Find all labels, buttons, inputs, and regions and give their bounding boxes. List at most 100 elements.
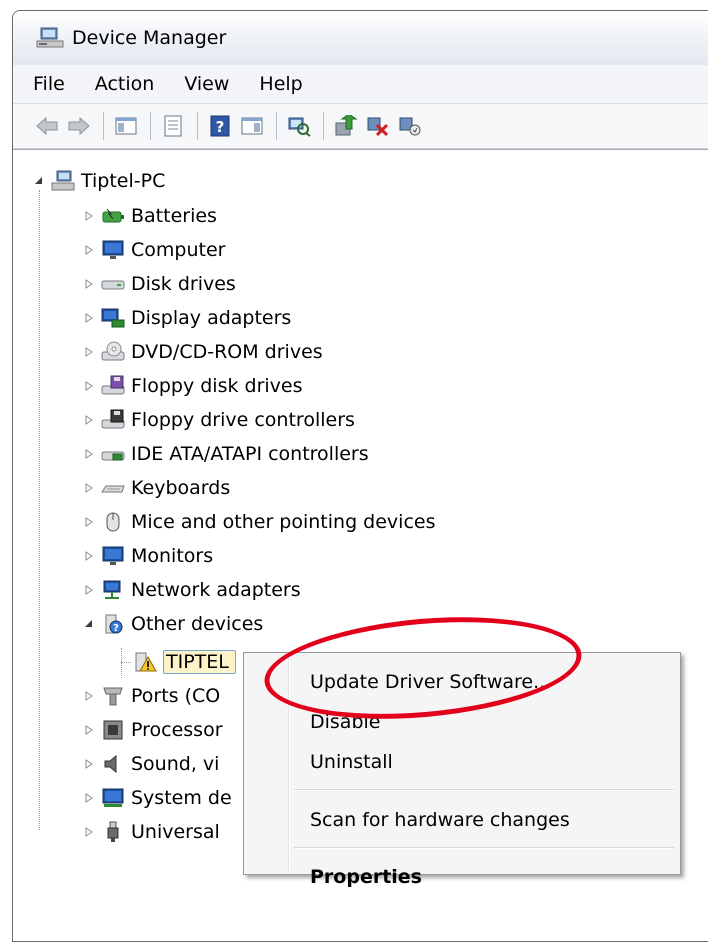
tree-item-usb-controllers[interactable]: Universal (83, 817, 220, 847)
tree-item-label: Mice and other pointing devices (131, 511, 436, 533)
menu-help[interactable]: Help (259, 73, 302, 95)
tree-item-keyboards[interactable]: Keyboards (83, 473, 230, 503)
disable-icon[interactable] (398, 114, 422, 138)
expand-triangle-icon[interactable] (83, 346, 95, 358)
system-device-icon (101, 786, 125, 810)
expand-triangle-icon[interactable] (83, 244, 95, 256)
tree-item-label: Floppy drive controllers (131, 409, 355, 431)
tree-item-ide-ata-atapi-controllers[interactable]: IDE ATA/ATAPI controllers (83, 439, 369, 469)
dvd-drive-icon (101, 340, 125, 364)
back-arrow-icon[interactable] (35, 114, 59, 138)
menu-bar: File Action View Help (13, 65, 708, 103)
tree-item-label: Processor (131, 719, 223, 741)
toolbar: ? (13, 103, 708, 149)
collapse-triangle-icon[interactable] (33, 175, 45, 187)
expand-triangle-icon[interactable] (83, 550, 95, 562)
menu-uninstall[interactable]: Uninstall (310, 747, 393, 777)
scan-hardware-icon[interactable] (287, 114, 311, 138)
update-driver-icon[interactable] (334, 114, 358, 138)
expand-triangle-icon[interactable] (83, 278, 95, 290)
display-adapter-icon (101, 306, 125, 330)
usb-plug-icon (101, 820, 125, 844)
tree-root-node[interactable]: Tiptel-PC (33, 166, 165, 196)
expand-triangle-icon[interactable] (83, 584, 95, 596)
tree-item-label: Monitors (131, 545, 214, 567)
expand-triangle-icon[interactable] (83, 690, 95, 702)
collapse-triangle-icon[interactable] (83, 618, 95, 630)
tree-item-label: DVD/CD-ROM drives (131, 341, 323, 363)
tree-item-other-devices[interactable]: ? Other devices (83, 609, 263, 639)
menu-separator (294, 789, 674, 791)
menu-action[interactable]: Action (95, 73, 155, 95)
disk-drive-icon (101, 272, 125, 296)
floppy-drive-icon (101, 374, 125, 398)
menu-file[interactable]: File (33, 73, 65, 95)
properties-sheet-icon[interactable] (161, 114, 185, 138)
tree-item-label: Disk drives (131, 273, 236, 295)
svg-text:?: ? (113, 623, 119, 634)
uninstall-icon[interactable] (366, 114, 390, 138)
menu-separator (294, 847, 674, 849)
battery-icon (101, 204, 125, 228)
expand-triangle-icon[interactable] (83, 516, 95, 528)
tree-item-label: Floppy disk drives (131, 375, 303, 397)
menu-properties[interactable]: Properties (310, 862, 422, 892)
ide-controller-icon (101, 442, 125, 466)
expand-triangle-icon[interactable] (83, 380, 95, 392)
monitor-icon (101, 544, 125, 568)
menu-view[interactable]: View (184, 73, 229, 95)
action-pane-icon[interactable] (240, 114, 264, 138)
tree-item-ports[interactable]: Ports (CO (83, 681, 220, 711)
tree-item-floppy-disk-drives[interactable]: Floppy disk drives (83, 371, 303, 401)
tree-item-network-adapters[interactable]: Network adapters (83, 575, 301, 605)
expand-triangle-icon[interactable] (83, 758, 95, 770)
tree-item-display-adapters[interactable]: Display adapters (83, 303, 291, 333)
window-title: Device Manager (72, 27, 227, 49)
toolbar-separator (323, 112, 324, 140)
tree-item-tiptel-device[interactable]: TIPTEL (121, 647, 236, 677)
tree-item-label-selected: TIPTEL (163, 650, 236, 674)
tree-item-processors[interactable]: Processor (83, 715, 223, 745)
monitor-icon (101, 238, 125, 262)
tree-item-dvd-cdrom-drives[interactable]: DVD/CD-ROM drives (83, 337, 323, 367)
toolbar-separator (197, 112, 198, 140)
tree-item-monitors[interactable]: Monitors (83, 541, 213, 571)
tree-item-sound[interactable]: Sound, vi (83, 749, 219, 779)
title-bar: Device Manager (13, 11, 708, 65)
toolbar-separator (103, 112, 104, 140)
tree-item-batteries[interactable]: Batteries (83, 201, 217, 231)
tree-item-label: System de (131, 787, 232, 809)
expand-triangle-icon[interactable] (83, 792, 95, 804)
expand-triangle-icon[interactable] (83, 312, 95, 324)
tree-guide-line (39, 190, 40, 830)
tree-item-label: Keyboards (131, 477, 231, 499)
show-hide-console-tree-icon[interactable] (114, 114, 138, 138)
tree-item-floppy-drive-controllers[interactable]: Floppy drive controllers (83, 405, 355, 435)
network-adapter-icon (101, 578, 125, 602)
tree-item-label: Network adapters (131, 579, 301, 601)
tree-item-label: Batteries (131, 205, 217, 227)
tree-item-disk-drives[interactable]: Disk drives (83, 269, 236, 299)
expand-triangle-icon[interactable] (83, 482, 95, 494)
help-icon[interactable]: ? (208, 114, 232, 138)
unknown-device-icon: ? (101, 612, 125, 636)
forward-arrow-icon[interactable] (67, 114, 91, 138)
menu-disable[interactable]: Disable (310, 707, 380, 737)
tree-item-label: Display adapters (131, 307, 292, 329)
menu-scan-for-hardware-changes[interactable]: Scan for hardware changes (310, 805, 570, 835)
toolbar-separator (150, 112, 151, 140)
tree-item-mice[interactable]: Mice and other pointing devices (83, 507, 435, 537)
menu-update-driver-software[interactable]: Update Driver Software... (310, 667, 551, 697)
expand-triangle-icon[interactable] (83, 724, 95, 736)
expand-triangle-icon[interactable] (83, 414, 95, 426)
tree-item-system-devices[interactable]: System de (83, 783, 232, 813)
tree-connector (121, 661, 131, 663)
expand-triangle-icon[interactable] (83, 448, 95, 460)
warning-device-icon (133, 650, 157, 674)
svg-text:?: ? (216, 118, 225, 136)
tree-item-label: Other devices (131, 613, 264, 635)
expand-triangle-icon[interactable] (83, 210, 95, 222)
tree-item-computer[interactable]: Computer (83, 235, 225, 265)
expand-triangle-icon[interactable] (83, 826, 95, 838)
tree-item-label: Universal (131, 821, 220, 843)
